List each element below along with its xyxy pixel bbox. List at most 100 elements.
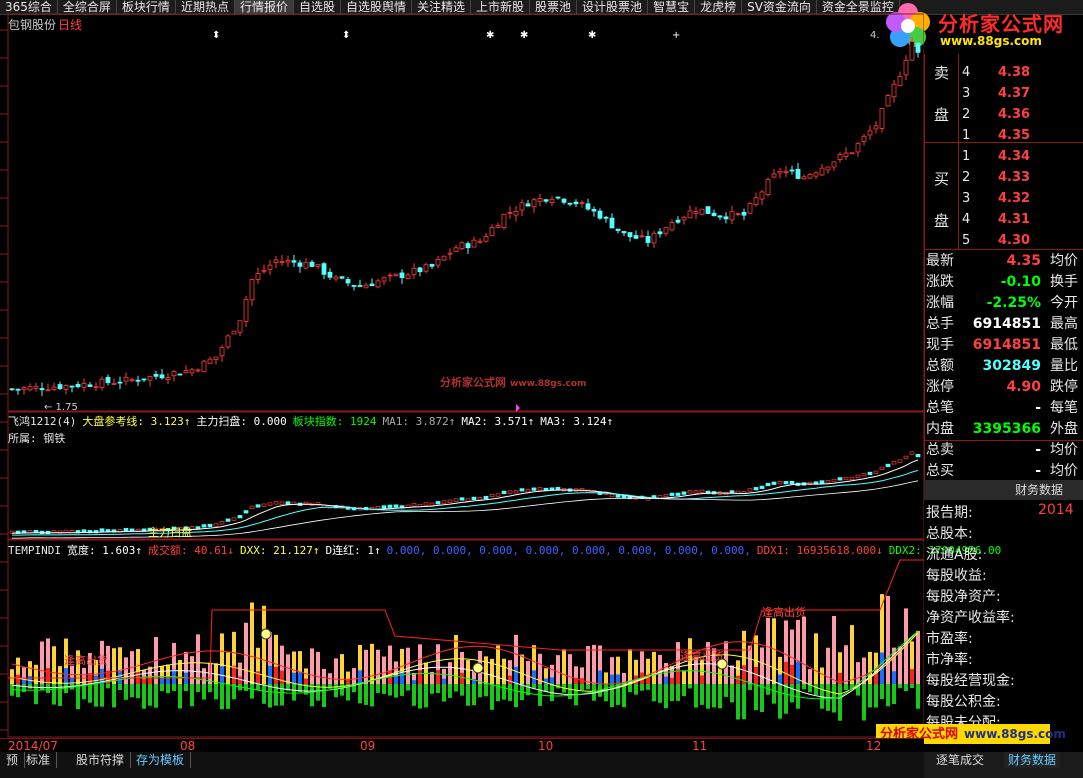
- candle-body: [471, 239, 477, 248]
- ind2-bar-down: [478, 684, 482, 698]
- ind2-bar-mid: [232, 665, 236, 684]
- ind2-bar-down: [442, 684, 446, 702]
- ind1-candle: [219, 521, 225, 525]
- candle-body: [363, 284, 369, 289]
- ind2-bar-down: [784, 684, 788, 714]
- buy-label: 买: [934, 170, 950, 188]
- right-tab-0[interactable]: 逐笔成交: [932, 752, 988, 768]
- indicator1-item-value: 3.872↑: [415, 415, 456, 428]
- sell-row[interactable]: 3 4.37: [960, 83, 1080, 104]
- ind2-bar-mid: [664, 676, 668, 684]
- candle-body: [267, 264, 273, 270]
- ind1-candle: [435, 501, 441, 505]
- quote-key: 总手: [926, 316, 954, 332]
- ind1-candle: [783, 481, 789, 485]
- ind2-bar-down: [334, 684, 338, 698]
- sell-row[interactable]: 4 4.38: [960, 62, 1080, 83]
- right-tab-1[interactable]: 财务数据: [1004, 752, 1061, 768]
- ind1-candle: [909, 451, 915, 455]
- smiley-icon[interactable]: [472, 662, 484, 674]
- candle-body: [633, 235, 639, 239]
- quote-value: -2.25%: [986, 295, 1041, 311]
- indicator1-item-label: MA2:: [461, 415, 495, 428]
- candle-body: [729, 211, 735, 221]
- ind2-bar-down: [424, 684, 428, 708]
- low-price-label: ← 1.75: [44, 402, 78, 413]
- buy-row[interactable]: 5 4.30: [960, 230, 1080, 251]
- ind2-bar-up: [226, 652, 230, 684]
- quote-key: 涨停: [926, 379, 954, 395]
- buy-row[interactable]: 1 4.34: [960, 146, 1080, 167]
- candle-body: [477, 240, 483, 243]
- buy-row[interactable]: 2 4.33: [960, 167, 1080, 188]
- indicator2-item-label: DXX:: [239, 544, 274, 557]
- ind2-bar-down: [886, 684, 890, 707]
- candle-body: [861, 135, 867, 142]
- ind2-bar-up: [190, 656, 194, 684]
- candle-body: [45, 389, 51, 392]
- ind2-bar-up: [334, 658, 338, 684]
- event-marker-icon[interactable]: ✱: [486, 30, 494, 41]
- ind1-candle: [459, 497, 465, 501]
- bottom-tab-1[interactable]: 标准: [20, 752, 58, 768]
- candle-body: [315, 264, 321, 267]
- event-marker-icon[interactable]: ⬍: [212, 30, 220, 41]
- ind2-bar-up: [682, 671, 686, 684]
- candle-body: [219, 347, 225, 357]
- smiley-icon[interactable]: [716, 658, 728, 670]
- ind1-candle: [489, 493, 495, 498]
- ind2-bar-down: [106, 684, 110, 689]
- date-axis-label: 08: [180, 739, 196, 753]
- buy-price: 4.34: [998, 149, 1031, 164]
- bottom-tab-2[interactable]: 股市符撑: [70, 752, 132, 768]
- kline-chart[interactable]: ← 1.754.⬍ ⬍ ✱ ✱ ✱ + 主力扫盘 逢高出货逢高出货逢高出货: [0, 0, 924, 738]
- candle-body: [591, 209, 597, 212]
- event-marker-icon[interactable]: ⬍: [342, 30, 350, 41]
- candle-body: [909, 41, 915, 61]
- quote-key2: 跌停: [1050, 379, 1078, 395]
- logo-url: www.88gs.com: [940, 34, 1042, 48]
- indicator1-item-value: 3.571↑: [494, 415, 535, 428]
- ind2-bar-mid: [148, 677, 152, 684]
- event-marker-icon[interactable]: ✱: [520, 30, 528, 41]
- candle-body: [261, 269, 267, 272]
- quote-row: 最新 4.35 均价: [924, 251, 1083, 272]
- candle-body: [111, 383, 117, 385]
- buy-row[interactable]: 3 4.32: [960, 188, 1080, 209]
- ind2-bar-up: [484, 656, 488, 684]
- ind2-bar-mid: [358, 670, 362, 684]
- candle-body: [99, 378, 105, 388]
- candle-body: [903, 59, 909, 76]
- buy-row[interactable]: 4 4.31: [960, 209, 1080, 230]
- ind2-bar-down: [844, 684, 848, 690]
- event-marker-icon[interactable]: ✱: [588, 30, 596, 41]
- indicator2-item-value: 1↑: [367, 544, 381, 557]
- candle-body: [9, 388, 15, 391]
- candle-body: [681, 216, 687, 221]
- indicator2-item-label: DDX1:: [756, 544, 797, 557]
- sell-row[interactable]: 2 4.36: [960, 104, 1080, 125]
- quote-row: 涨停 4.90 跌停: [924, 377, 1083, 398]
- ind2-bar-up: [310, 648, 314, 684]
- ind2-bar-down: [430, 684, 434, 694]
- ind1-candle: [861, 473, 867, 477]
- candle-body: [105, 377, 111, 384]
- candle-body: [429, 264, 435, 267]
- candle-body: [561, 198, 567, 203]
- financial-header[interactable]: 财务数据: [924, 480, 1083, 500]
- ind2-bar-down: [664, 684, 668, 709]
- ind2-bar-down: [262, 684, 266, 704]
- ind2-bar-mid: [274, 666, 278, 684]
- ind2-bar-up: [124, 657, 128, 684]
- event-marker-icon[interactable]: +: [672, 30, 680, 41]
- ind2-bar-mid: [160, 677, 164, 684]
- candle-body: [597, 210, 603, 219]
- buy-label: 盘: [934, 212, 950, 230]
- smiley-icon[interactable]: [260, 628, 272, 640]
- bottom-tab-3[interactable]: 存为模板: [130, 752, 192, 768]
- ind2-bar-up: [322, 668, 326, 684]
- candle-body: [759, 191, 765, 200]
- indicator2-item-label: 宽度:: [66, 544, 103, 557]
- ind2-bar-down: [880, 684, 884, 699]
- indicator2-item: DDX1: 16935618.000↓: [757, 544, 883, 557]
